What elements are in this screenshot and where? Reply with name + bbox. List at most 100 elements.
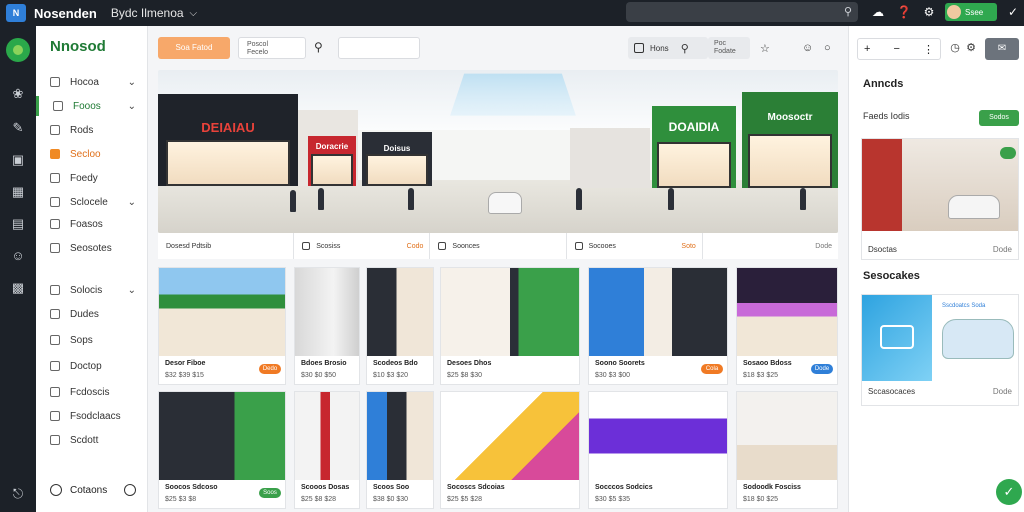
calendar-icon[interactable]: ▦ [10, 184, 26, 200]
sidebar-item[interactable]: Seosotes [36, 238, 148, 258]
global-search-input[interactable]: ⚲ [626, 2, 858, 22]
sidebar-item[interactable]: Fcdoscis [36, 382, 148, 402]
sidebar-item[interactable]: Foasos [36, 214, 148, 234]
chevron-down-icon[interactable]: ⌄ [128, 77, 136, 88]
bag-icon[interactable]: ▣ [10, 152, 26, 168]
more-icon[interactable]: ⋮ [923, 43, 934, 56]
notifications-icon[interactable]: ✓ [1005, 4, 1021, 20]
product-price: $25 $5 $28 [447, 496, 483, 503]
product-card[interactable]: Desor Fiboe $32 $39 $15 Dedo [158, 267, 286, 385]
user-menu[interactable]: Ssee [945, 3, 997, 21]
app-logo-icon[interactable]: N [6, 4, 26, 22]
logout-icon[interactable]: ⎋ [10, 486, 26, 502]
home-filter[interactable]: Hons ⚲ [628, 37, 708, 59]
plus-icon[interactable]: + [864, 43, 870, 55]
product-card[interactable]: Scodeos Bdo $10 $3 $20 [366, 267, 434, 385]
caption-cell[interactable]: Dosesd Pdtsib [158, 233, 295, 259]
caption-label: Soonces [452, 242, 480, 250]
sidebar-item[interactable]: Rods [36, 120, 148, 140]
sidebar-footer[interactable]: Cotaons [36, 478, 148, 502]
product-card[interactable]: Scooos Dosas $25 $8 $28 [294, 391, 360, 509]
product-price: $32 $39 $15 [165, 372, 204, 379]
sidebar-item[interactable]: Foedy [36, 168, 148, 188]
expand-icon[interactable] [124, 484, 136, 496]
caption-cell[interactable]: Scosiss Codo [294, 233, 431, 259]
product-card[interactable]: Sodoodk Fosciss $18 $0 $25 [736, 391, 838, 509]
product-card[interactable]: Scoos Soo $38 $0 $30 [366, 391, 434, 509]
footer-label: Cotaons [70, 484, 108, 496]
product-card[interactable]: Sosaoo Bdoss $18 $3 $25 Dode [736, 267, 838, 385]
filter-field[interactable]: Poscol Fecelo [238, 37, 306, 59]
date-field[interactable]: Poc Fodate [708, 37, 750, 59]
sidebar-item[interactable]: Fsodclaacs [36, 406, 148, 426]
minus-icon[interactable]: − [894, 43, 900, 55]
tag-icon [302, 242, 311, 250]
clock-icon[interactable]: ◷ [949, 42, 961, 54]
cloud-icon[interactable]: ☁ [870, 4, 886, 20]
panel-action-button[interactable]: Sodos [979, 110, 1019, 126]
info-icon[interactable]: ○ [824, 42, 831, 54]
leaf-icon[interactable]: ❀ [10, 86, 26, 102]
hero-banner[interactable]: DEIAIAU Doracrie Doisus DOAIDIA Moosoctr [158, 70, 838, 233]
users-icon[interactable]: ☺ [10, 248, 26, 264]
promo-image [862, 295, 932, 381]
storefront-green: DOAIDIA [652, 106, 736, 188]
workspace-icon[interactable] [6, 38, 30, 62]
chevron-down-icon[interactable]: ⌄ [128, 101, 136, 112]
home-filter-label: Hons [650, 43, 669, 53]
chat-icon[interactable]: ✉ [985, 38, 1019, 60]
recommendation-card[interactable]: Sscdoatcs Soda Sccasocaces Dode [861, 294, 1019, 406]
workspace-selector[interactable]: Bydc Ilmenoa [111, 6, 184, 20]
app-title: Nosenden [34, 5, 97, 21]
user-icon[interactable]: ☺ [802, 42, 813, 54]
chevron-down-icon[interactable]: ⌵ [190, 8, 198, 19]
share-icon[interactable]: ☆ [760, 42, 770, 55]
product-price: $30 $5 $35 [595, 496, 631, 503]
chevron-down-icon[interactable]: ⌄ [128, 197, 136, 208]
product-card[interactable]: Soocos Sdcoso $25 $3 $8 Soos [158, 391, 286, 509]
storefront-left: DEIAIAU [158, 94, 298, 186]
help-icon[interactable]: ❓ [896, 4, 912, 20]
product-card[interactable]: Socccos Sodcics $30 $5 $35 [588, 391, 728, 509]
product-price: $25 $8 $28 [301, 496, 337, 503]
settings-icon[interactable]: ⚙ [921, 4, 937, 20]
search-input[interactable] [338, 37, 420, 59]
hero-caption-strip: Dosesd Pdtsib Scosiss Codo Soonces Socoo… [158, 233, 838, 259]
chevron-down-icon[interactable]: ⌄ [128, 285, 136, 296]
product-card[interactable]: Bdoes Brosio $30 $0 $50 [294, 267, 360, 385]
shopper [800, 188, 806, 210]
top-bar: N Nosenden Bydc Ilmenoa ⌵ ⚲ ☁ ❓ ⚙ Ssee ✓ [0, 0, 1024, 26]
pen-icon[interactable]: ✎ [10, 120, 26, 136]
caption-cell[interactable]: Soonces [430, 233, 567, 259]
product-card[interactable]: Socoscs Sdcoias $25 $5 $28 [440, 391, 580, 509]
zoom-control[interactable]: + − ⋮ [857, 38, 941, 60]
sidebar-item[interactable]: Solocis ⌄ [36, 280, 148, 300]
sidebar-item-label: Fsodclaacs [70, 410, 121, 422]
primary-action-button[interactable]: Soa Fatod [158, 37, 230, 59]
sidebar-item-label: Secloo [70, 148, 101, 160]
assistant-fab[interactable]: ✓ [996, 479, 1022, 505]
sidebar-item[interactable]: Sops [36, 330, 148, 350]
sidebar-item-label: Fcdoscis [70, 386, 110, 398]
product-title: Soocos Sdcoso [165, 484, 218, 491]
caption-end: Codo [406, 242, 424, 250]
sidebar-item[interactable]: Fooos ⌄ [36, 96, 148, 116]
product-card[interactable]: Soono Soorets $30 $3 $00 Cola [588, 267, 728, 385]
sidebar-item[interactable]: Hocoa ⌄ [36, 72, 148, 92]
sidebar-item[interactable]: Dudes [36, 304, 148, 324]
sidebar-item[interactable]: Doctop [36, 356, 148, 376]
search-icon[interactable]: ⚲ [314, 40, 323, 54]
nav-icon [53, 101, 63, 111]
caption-cell[interactable]: Socooes Soto [567, 233, 703, 259]
featured-card[interactable]: Dsoctas Dode [861, 138, 1019, 260]
nav-icon [50, 219, 60, 229]
document-icon[interactable]: ▤ [10, 216, 26, 232]
box-icon[interactable]: ▩ [10, 280, 26, 296]
sidebar-item[interactable]: Sclocele ⌄ [36, 192, 148, 212]
sidebar-item[interactable]: Scdott [36, 430, 148, 450]
sidebar-item[interactable]: Secloo [36, 144, 148, 164]
caption-cell[interactable]: Dode [703, 233, 838, 259]
car-display [488, 192, 522, 214]
product-card[interactable]: Desoes Dhos $25 $8 $30 [440, 267, 580, 385]
settings-icon[interactable]: ⚙ [965, 42, 977, 54]
